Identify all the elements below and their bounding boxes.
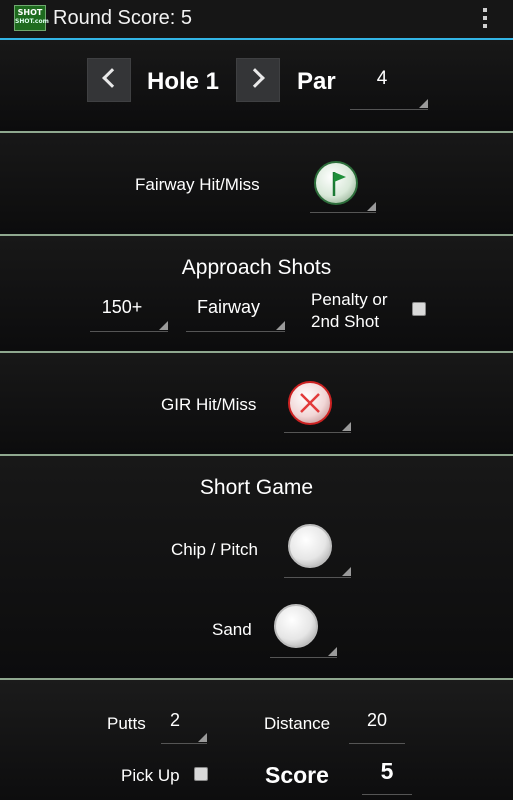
par-value: 4 bbox=[376, 68, 388, 89]
par-label: Par bbox=[297, 68, 336, 95]
gir-spinner[interactable] bbox=[284, 379, 351, 433]
distance-value: 20 bbox=[366, 710, 388, 730]
pick-up-label: Pick Up bbox=[121, 766, 180, 785]
approach-section: Approach Shots 150+ Fairway Penalty or 2… bbox=[0, 236, 513, 353]
score-field[interactable]: 5 bbox=[362, 758, 412, 795]
putts-label: Putts bbox=[107, 714, 146, 733]
empty-circle-icon bbox=[288, 524, 332, 568]
fairway-section: Fairway Hit/Miss bbox=[0, 133, 513, 236]
distance-field[interactable]: 20 bbox=[349, 710, 405, 744]
approach-heading: Approach Shots bbox=[181, 256, 332, 279]
approach-lie-spinner[interactable]: Fairway bbox=[186, 297, 285, 332]
logo-text-bottom: SHOT.com bbox=[15, 18, 49, 25]
fairway-spinner[interactable] bbox=[310, 159, 376, 213]
round-score-title: Round Score: 5 bbox=[53, 7, 192, 29]
distance-label: Distance bbox=[264, 714, 331, 733]
chevron-right-icon bbox=[245, 68, 265, 88]
app-logo[interactable]: SHOT SHOT.com bbox=[14, 5, 49, 31]
action-bar: SHOT SHOT.com Round Score: 5 bbox=[0, 0, 513, 40]
fairway-label: Fairway Hit/Miss bbox=[135, 175, 260, 194]
chip-pitch-spinner[interactable] bbox=[284, 522, 351, 578]
penalty-label-line2: 2nd Shot bbox=[311, 312, 380, 331]
hole-label: Hole 1 bbox=[147, 68, 220, 95]
short-game-heading: Short Game bbox=[199, 476, 314, 499]
gir-label: GIR Hit/Miss bbox=[161, 395, 257, 414]
previous-hole-button[interactable] bbox=[87, 58, 131, 102]
putts-spinner[interactable]: 2 bbox=[161, 710, 207, 744]
putts-value: 2 bbox=[169, 710, 180, 730]
par-spinner[interactable]: 4 bbox=[350, 68, 428, 110]
penalty-label: Penalty or 2nd Shot bbox=[311, 289, 388, 333]
approach-distance-spinner[interactable]: 150+ bbox=[90, 297, 168, 332]
gir-section: GIR Hit/Miss bbox=[0, 353, 513, 456]
pick-up-checkbox[interactable] bbox=[194, 767, 208, 781]
score-value: 5 bbox=[380, 758, 394, 784]
hole-section: Hole 1 Par 4 bbox=[0, 40, 513, 133]
red-x-icon bbox=[288, 381, 332, 425]
score-section: Putts 2 Distance 20 Pick Up Score 5 bbox=[0, 680, 513, 800]
empty-circle-icon bbox=[274, 604, 318, 648]
sand-spinner[interactable] bbox=[270, 602, 337, 658]
approach-distance-value: 150+ bbox=[101, 297, 143, 317]
sand-label: Sand bbox=[212, 620, 252, 639]
green-flag-icon bbox=[314, 161, 358, 205]
score-label: Score bbox=[265, 762, 329, 788]
penalty-label-line1: Penalty or bbox=[311, 290, 388, 309]
chevron-left-icon bbox=[102, 68, 122, 88]
approach-lie-value: Fairway bbox=[196, 297, 260, 317]
overflow-menu-icon[interactable] bbox=[478, 6, 492, 32]
next-hole-button[interactable] bbox=[236, 58, 280, 102]
logo-text-top: SHOT bbox=[17, 8, 43, 17]
short-game-section: Short Game Chip / Pitch Sand bbox=[0, 456, 513, 680]
chip-pitch-label: Chip / Pitch bbox=[171, 540, 258, 559]
penalty-checkbox[interactable] bbox=[412, 302, 426, 316]
